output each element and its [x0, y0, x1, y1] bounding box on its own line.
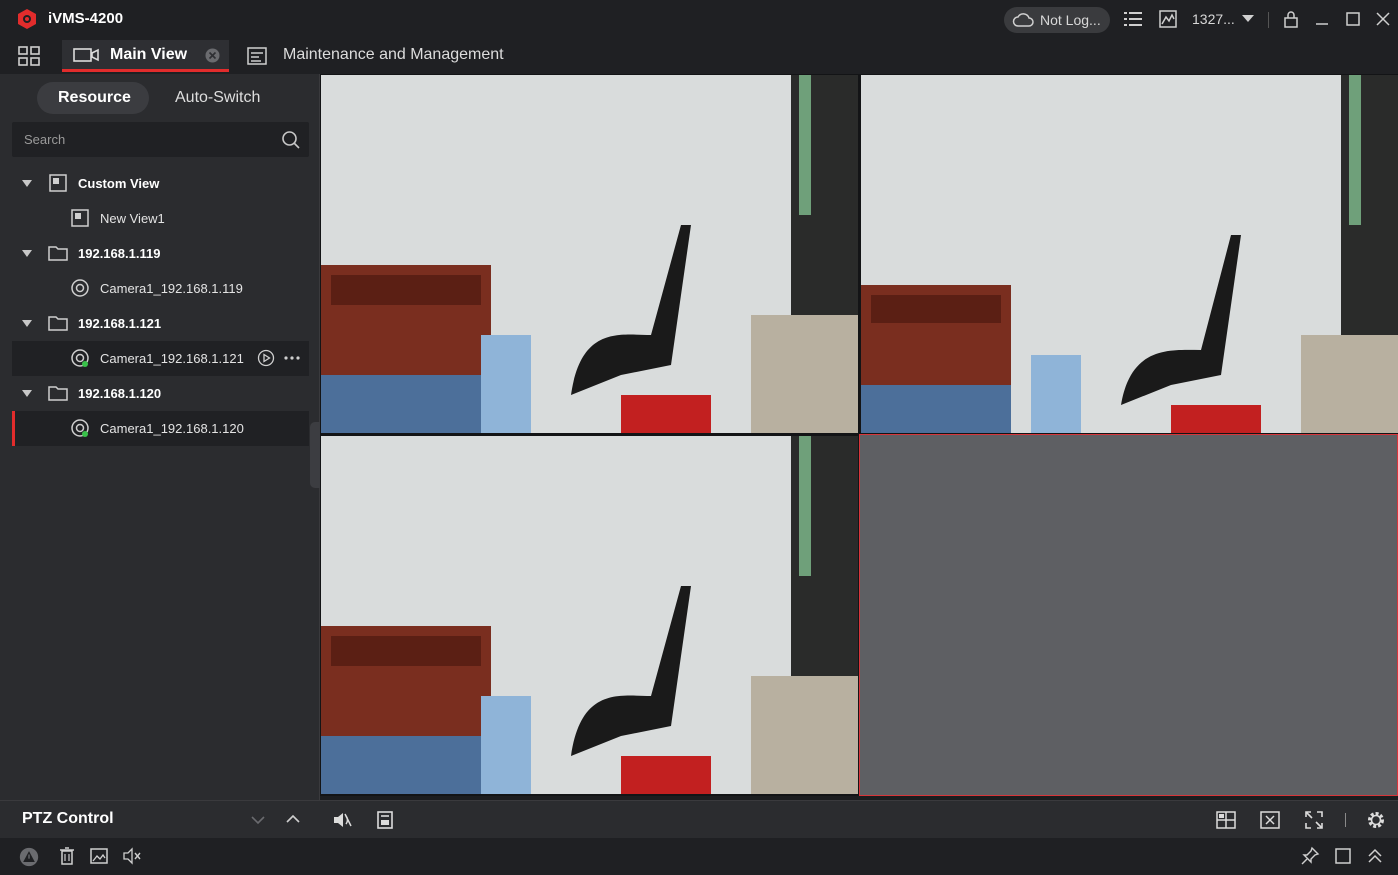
row-actions — [257, 349, 301, 367]
double-chevron-up-icon[interactable] — [1365, 846, 1385, 866]
task-list-icon[interactable] — [1123, 9, 1143, 29]
ivms-window: iVMS-4200 Not Log... 1327... Main View M… — [0, 0, 1398, 875]
tree-label: 192.168.1.120 — [78, 386, 162, 401]
search-input[interactable]: Search — [24, 132, 65, 147]
chevron-down-icon[interactable] — [1238, 9, 1258, 29]
camera-feed-image — [321, 75, 858, 433]
tree-label: Custom View — [78, 176, 160, 191]
tree-label: 192.168.1.121 — [78, 316, 162, 331]
expand-caret-icon[interactable] — [22, 390, 32, 397]
search-box[interactable]: Search — [12, 122, 309, 157]
alarm-image-icon[interactable] — [1158, 9, 1178, 29]
cloud-icon — [1012, 13, 1034, 27]
video-cell-2[interactable] — [861, 75, 1398, 433]
delete-icon[interactable] — [57, 846, 77, 866]
camera-dome-live-icon — [71, 349, 89, 367]
tab-maintenance[interactable]: Maintenance and Management — [283, 46, 504, 64]
video-cell-1[interactable] — [321, 75, 858, 433]
tree-label: Camera1_192.168.1.121 — [100, 351, 244, 366]
module-grid-icon[interactable] — [18, 46, 40, 66]
status-bar — [0, 838, 1398, 875]
ivms-logo-icon — [18, 9, 36, 29]
cloud-login-button[interactable]: Not Log... — [1004, 7, 1110, 33]
tree-item-new-view1[interactable]: New View1 — [12, 201, 309, 236]
ptz-control-bar: PTZ Control — [0, 800, 320, 838]
tab-main-view[interactable]: Main View — [62, 40, 229, 72]
tree-camera-120[interactable]: Camera1_192.168.1.120 — [12, 411, 309, 446]
camera-dome-icon — [71, 279, 89, 297]
ptz-control-label[interactable]: PTZ Control — [22, 810, 114, 828]
segment-resource[interactable]: Resource — [58, 89, 131, 107]
video-cell-3[interactable] — [321, 436, 858, 794]
title-bar: iVMS-4200 Not Log... 1327... — [0, 0, 1398, 38]
tree-label: New View1 — [100, 211, 165, 226]
settings-gear-icon[interactable] — [1366, 810, 1386, 830]
video-toolbar — [320, 800, 1398, 838]
save-icon[interactable] — [375, 810, 395, 830]
close-all-windows-icon[interactable] — [1260, 810, 1280, 830]
tree-label: Camera1_192.168.1.119 — [100, 281, 243, 296]
pin-icon[interactable] — [1300, 846, 1320, 866]
fullscreen-icon[interactable] — [1304, 810, 1324, 830]
expand-caret-icon[interactable] — [22, 250, 32, 257]
maximize-icon[interactable] — [1343, 9, 1363, 29]
tab-close-icon[interactable] — [205, 48, 220, 63]
lock-icon[interactable] — [1281, 9, 1301, 29]
panel-collapse-handle[interactable] — [310, 422, 320, 488]
camera-view-icon — [73, 48, 99, 62]
folder-icon — [48, 316, 68, 331]
more-icon[interactable] — [283, 355, 301, 361]
tree-camera-119[interactable]: Camera1_192.168.1.119 — [12, 271, 309, 306]
tree-device-192-168-1-119[interactable]: 192.168.1.119 — [12, 236, 309, 271]
tab-main-view-label: Main View — [110, 46, 188, 63]
tree-label: 192.168.1.119 — [78, 246, 161, 261]
custom-view-icon — [49, 174, 67, 192]
resource-panel: Resource Auto-Switch Search Custom View … — [0, 74, 320, 802]
toolbar-divider — [1345, 813, 1346, 827]
module-tab-bar: Main View Maintenance and Management — [0, 38, 1398, 74]
expand-caret-icon[interactable] — [22, 180, 32, 187]
audio-icon[interactable] — [332, 810, 352, 830]
close-icon[interactable] — [1373, 9, 1393, 29]
folder-icon — [48, 386, 68, 401]
tree-device-192-168-1-120[interactable]: 192.168.1.120 — [12, 376, 309, 411]
view-icon — [71, 209, 89, 227]
tree-device-192-168-1-121[interactable]: 192.168.1.121 — [12, 306, 309, 341]
user-name[interactable]: 1327... — [1192, 11, 1235, 27]
camera-feed-image — [861, 75, 1398, 433]
folder-icon — [48, 246, 68, 261]
alarm-warning-icon[interactable] — [17, 845, 41, 869]
segment-auto-switch[interactable]: Auto-Switch — [175, 89, 260, 107]
live-view-grid — [320, 74, 1398, 796]
window-layout-icon[interactable] — [1216, 810, 1236, 830]
maintenance-icon[interactable] — [247, 46, 267, 66]
camera-feed-image — [321, 436, 858, 794]
tree-group-custom-view[interactable]: Custom View — [12, 166, 309, 201]
window-mode-icon[interactable] — [1333, 846, 1353, 866]
chevron-down-icon[interactable] — [248, 810, 268, 830]
alarm-picture-icon[interactable] — [89, 846, 109, 866]
play-icon[interactable] — [257, 349, 275, 367]
tree-label: Camera1_192.168.1.120 — [100, 421, 244, 436]
title-divider — [1268, 12, 1269, 28]
mute-icon[interactable] — [122, 846, 142, 866]
video-cell-4-empty[interactable] — [859, 434, 1398, 796]
minimize-icon[interactable] — [1312, 9, 1332, 29]
cloud-status-label: Not Log... — [1040, 12, 1101, 28]
search-icon[interactable] — [281, 130, 301, 150]
expand-caret-icon[interactable] — [22, 320, 32, 327]
camera-dome-live-icon — [71, 419, 89, 437]
tree-camera-121[interactable]: Camera1_192.168.1.121 — [12, 341, 309, 376]
chevron-up-icon[interactable] — [283, 809, 303, 829]
app-title: iVMS-4200 — [48, 10, 124, 27]
